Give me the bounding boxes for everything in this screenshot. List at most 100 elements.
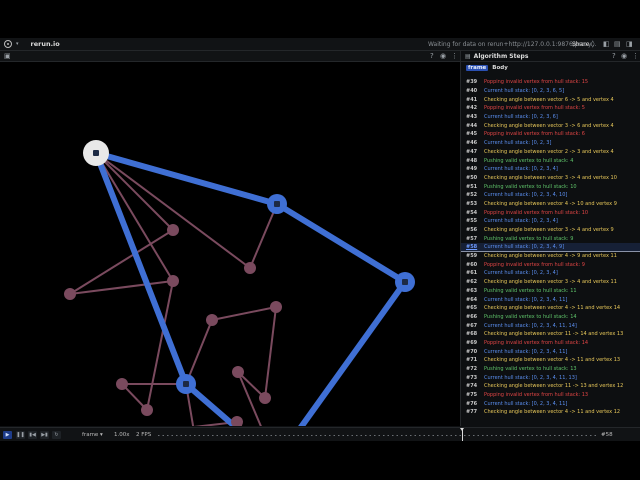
step-row[interactable]: #46 Current hull stack: [0, 2, 3] [461, 139, 640, 148]
step-row[interactable]: #47 Checking angle between vector 2 -> 3 … [461, 148, 640, 157]
point[interactable] [167, 224, 179, 236]
step-frame[interactable]: #69 [461, 340, 480, 346]
step-row[interactable]: #73 Current hull stack: [0, 2, 3, 4, 11, … [461, 373, 640, 382]
step-row[interactable]: #66 Pushing valid vertex to hull stack: 1… [461, 313, 640, 322]
help-icon[interactable]: ? [612, 52, 616, 61]
step-row[interactable]: #61 Current hull stack: [0, 2, 3, 4] [461, 269, 640, 278]
timeline-track[interactable] [158, 435, 598, 436]
step-frame[interactable]: #66 [461, 314, 480, 320]
step-row[interactable]: #57 Pushing valid vertex to hull stack: 9 [461, 234, 640, 243]
point[interactable] [206, 314, 218, 326]
step-frame[interactable]: #59 [461, 253, 480, 259]
loop-icon[interactable]: ↻ [52, 431, 61, 439]
step-frame[interactable]: #49 [461, 166, 480, 172]
step-row[interactable]: #43 Current hull stack: [0, 2, 3, 6] [461, 113, 640, 122]
step-row[interactable]: #39 Popping invalid vertex from hull stac… [461, 78, 640, 87]
step-frame[interactable]: #53 [461, 201, 480, 207]
timeline-selector[interactable]: frame ▾ [82, 432, 103, 438]
step-frame[interactable]: #60 [461, 262, 480, 268]
point[interactable] [244, 262, 256, 274]
point[interactable] [141, 404, 153, 416]
step-row[interactable]: #67 Current hull stack: [0, 2, 3, 4, 11, … [461, 321, 640, 330]
step-frame[interactable]: #44 [461, 123, 480, 129]
step-row[interactable]: #55 Current hull stack: [0, 2, 3, 4] [461, 217, 640, 226]
step-frame[interactable]: #39 [461, 79, 480, 85]
step-frame[interactable]: #77 [461, 409, 480, 415]
step-row[interactable]: #74 Checking angle between vector 11 -> 1… [461, 382, 640, 391]
step-frame[interactable]: #54 [461, 210, 480, 216]
play-button[interactable]: ▶ [3, 431, 12, 439]
step-frame[interactable]: #56 [461, 227, 480, 233]
step-row[interactable]: #63 Pushing valid vertex to hull stack: 1… [461, 287, 640, 296]
step-list[interactable]: #39 Popping invalid vertex from hull stac… [461, 78, 640, 426]
step-frame[interactable]: #50 [461, 175, 480, 181]
step-row[interactable]: #53 Checking angle between vector 4 -> 10… [461, 200, 640, 209]
step-row[interactable]: #48 Pushing valid vertex to hull stack: 4 [461, 156, 640, 165]
step-frame[interactable]: #43 [461, 114, 480, 120]
rerun-logo-icon[interactable] [4, 40, 12, 48]
step-row[interactable]: #77 Checking angle between vector 4 -> 11… [461, 408, 640, 417]
step-frame[interactable]: #71 [461, 357, 480, 363]
step-frame[interactable]: #76 [461, 401, 480, 407]
step-row[interactable]: #44 Checking angle between vector 3 -> 6 … [461, 121, 640, 130]
more-icon[interactable]: ⋮ [451, 52, 458, 61]
bottom-panel-toggle-icon[interactable]: ▤ [614, 41, 621, 48]
2d-viewport[interactable] [0, 62, 460, 472]
point[interactable] [167, 275, 179, 287]
step-row[interactable]: #64 Current hull stack: [0, 2, 3, 4, 11] [461, 295, 640, 304]
step-frame[interactable]: #75 [461, 392, 480, 398]
step-row[interactable]: #72 Pushing valid vertex to hull stack: 1… [461, 365, 640, 374]
step-back-icon[interactable]: ▮◀ [28, 431, 37, 439]
step-row[interactable]: #51 Pushing valid vertex to hull stack: 1… [461, 182, 640, 191]
point[interactable] [259, 392, 271, 404]
step-frame[interactable]: #67 [461, 323, 480, 329]
convex-hull-plot[interactable] [0, 62, 460, 472]
step-frame[interactable]: #70 [461, 349, 480, 355]
step-frame[interactable]: #55 [461, 218, 480, 224]
step-frame[interactable]: #42 [461, 105, 480, 111]
step-forward-icon[interactable]: ▶▮ [40, 431, 49, 439]
step-frame[interactable]: #41 [461, 97, 480, 103]
chevron-down-icon[interactable]: ▾ [16, 41, 19, 47]
column-header-body[interactable]: Body [492, 65, 508, 71]
eye-icon[interactable]: ◉ [440, 52, 446, 61]
step-frame[interactable]: #72 [461, 366, 480, 372]
eye-icon[interactable]: ◉ [621, 52, 627, 61]
step-frame[interactable]: #68 [461, 331, 480, 337]
left-panel-toggle-icon[interactable]: ◧ [603, 41, 610, 48]
step-row[interactable]: #42 Popping invalid vertex from hull stac… [461, 104, 640, 113]
step-row[interactable]: #62 Checking angle between vector 3 -> 4 … [461, 278, 640, 287]
pause-button[interactable]: ❚❚ [16, 431, 25, 439]
step-frame[interactable]: #61 [461, 270, 480, 276]
right-panel-toggle-icon[interactable]: ◨ [626, 41, 633, 48]
point[interactable] [116, 378, 128, 390]
step-row[interactable]: #52 Current hull stack: [0, 2, 3, 4, 10] [461, 191, 640, 200]
point[interactable] [270, 301, 282, 313]
step-frame[interactable]: #47 [461, 149, 480, 155]
help-icon[interactable]: ? [430, 52, 434, 61]
point[interactable] [232, 366, 244, 378]
step-row[interactable]: #56 Checking angle between vector 3 -> 4 … [461, 226, 640, 235]
step-row[interactable]: #70 Current hull stack: [0, 2, 3, 4, 11] [461, 347, 640, 356]
step-frame[interactable]: #57 [461, 236, 480, 242]
step-row[interactable]: #59 Checking angle between vector 4 -> 9 … [461, 252, 640, 261]
step-frame[interactable]: #46 [461, 140, 480, 146]
step-row[interactable]: #58 Current hull stack: [0, 2, 3, 4, 9] [461, 243, 640, 252]
step-row[interactable]: #69 Popping invalid vertex from hull stac… [461, 339, 640, 348]
step-row[interactable]: #60 Popping invalid vertex from hull stac… [461, 260, 640, 269]
step-row[interactable]: #65 Checking angle between vector 4 -> 11… [461, 304, 640, 313]
point[interactable] [231, 416, 243, 428]
playback-fps[interactable]: 2 FPS [136, 432, 151, 438]
step-row[interactable]: #45 Popping invalid vertex from hull stac… [461, 130, 640, 139]
step-row[interactable]: #76 Current hull stack: [0, 2, 3, 4, 11] [461, 399, 640, 408]
step-frame[interactable]: #40 [461, 88, 480, 94]
step-frame[interactable]: #65 [461, 305, 480, 311]
step-row[interactable]: #54 Popping invalid vertex from hull stac… [461, 208, 640, 217]
point[interactable] [64, 288, 76, 300]
step-frame[interactable]: #51 [461, 184, 480, 190]
step-frame[interactable]: #73 [461, 375, 480, 381]
step-frame[interactable]: #62 [461, 279, 480, 285]
step-frame[interactable]: #64 [461, 297, 480, 303]
step-frame[interactable]: #74 [461, 383, 480, 389]
step-frame[interactable]: #63 [461, 288, 480, 294]
